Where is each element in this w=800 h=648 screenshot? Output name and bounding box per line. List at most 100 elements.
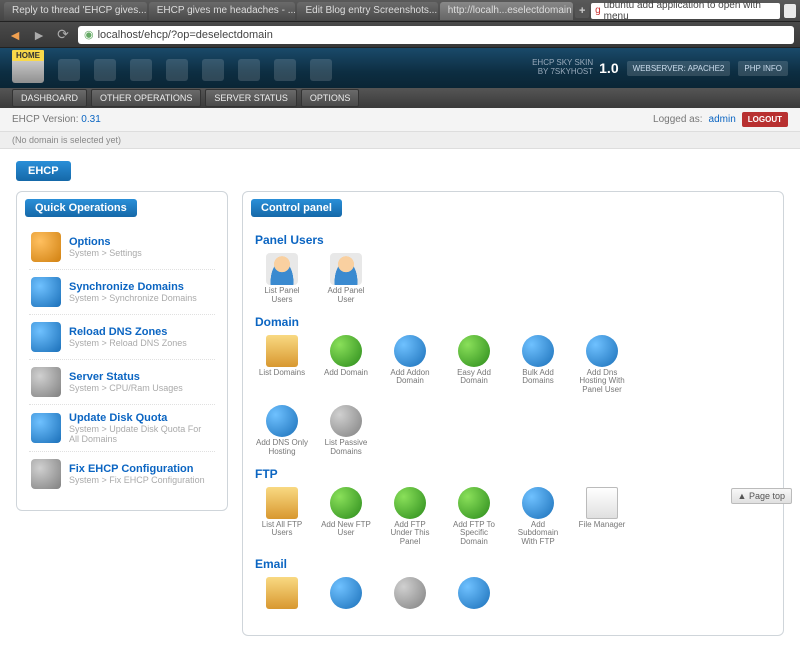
version-link[interactable]: 0.31 — [81, 114, 100, 125]
tool-icon[interactable] — [130, 59, 152, 81]
menu-options[interactable]: OPTIONS — [301, 89, 360, 107]
reload-button[interactable]: ⟳ — [54, 26, 72, 44]
globe-easy-icon — [458, 335, 490, 367]
plus-icon — [330, 577, 362, 609]
folder-icon — [266, 577, 298, 609]
quick-op-sync-domains[interactable]: Synchronize DomainsSystem > Synchronize … — [29, 270, 215, 315]
globe-icon: ◉ — [84, 28, 94, 41]
tab-label: Reply to thread 'EHCP gives... — [12, 5, 147, 16]
browser-tab-active[interactable]: http://localh...eselectdomain× — [440, 2, 574, 20]
webserver-badge: WEBSERVER: APACHE2 — [627, 61, 731, 76]
quick-op-reload-dns[interactable]: Reload DNS ZonesSystem > Reload DNS Zone… — [29, 315, 215, 360]
skin-line: BY 7SKYHOST — [532, 68, 593, 77]
url-input[interactable]: ◉localhost/ehcp/?op=deselectdomain — [78, 26, 794, 44]
back-button[interactable]: ◄ — [6, 26, 24, 44]
main-menu: DASHBOARD OTHER OPERATIONS SERVER STATUS… — [0, 88, 800, 108]
php-badge[interactable]: PHP INFO — [738, 61, 788, 76]
cp-add-addon-domain[interactable]: Add Addon Domain — [383, 335, 437, 395]
quick-op-options[interactable]: OptionsSystem > Settings — [29, 225, 215, 270]
section-heading: Panel Users — [255, 233, 771, 247]
cp-email-item[interactable] — [255, 577, 309, 611]
cp-file-manager[interactable]: File Manager — [575, 487, 629, 547]
cp-add-panel-user[interactable]: Add Panel User — [319, 253, 373, 305]
cp-list-ftp-users[interactable]: List All FTP Users — [255, 487, 309, 547]
cp-list-panel-users[interactable]: List Panel Users — [255, 253, 309, 305]
cp-bulk-add-domains[interactable]: Bulk Add Domains — [511, 335, 565, 395]
menu-dashboard[interactable]: DASHBOARD — [12, 89, 87, 107]
panel-title: Control panel — [251, 199, 342, 217]
menu-other-operations[interactable]: OTHER OPERATIONS — [91, 89, 201, 107]
tool-icon[interactable] — [166, 59, 188, 81]
section-heading: Domain — [255, 315, 771, 329]
section-heading: FTP — [255, 467, 771, 481]
tool-icon[interactable] — [58, 59, 80, 81]
globe-icon — [394, 335, 426, 367]
quick-op-update-quota[interactable]: Update Disk QuotaSystem > Update Disk Qu… — [29, 405, 215, 452]
section-heading: Email — [255, 557, 771, 571]
cp-add-dns-only[interactable]: Add DNS Only Hosting — [255, 405, 309, 457]
cp-add-dns-hosting[interactable]: Add Dns Hosting With Panel User — [575, 335, 629, 395]
ehcp-tab[interactable]: EHCP — [16, 161, 71, 181]
browser-tab[interactable]: Reply to thread 'EHCP gives...× — [4, 2, 147, 20]
globe-dns-icon — [586, 335, 618, 367]
cp-email-item[interactable] — [447, 577, 501, 611]
skin-info: EHCP SKY SKIN BY 7SKYHOST — [532, 59, 593, 77]
cp-list-domains[interactable]: List Domains — [255, 335, 309, 395]
page-top-button[interactable]: ▲ Page top — [731, 488, 792, 504]
tool-icon[interactable] — [310, 59, 332, 81]
new-tab-button[interactable]: + — [575, 4, 589, 18]
control-panel: Control panel Panel Users List Panel Use… — [242, 191, 784, 636]
quick-op-fix-config[interactable]: Fix EHCP ConfigurationSystem > Fix EHCP … — [29, 452, 215, 496]
cp-add-ftp-user[interactable]: Add New FTP User — [319, 487, 373, 547]
cp-email-item[interactable] — [319, 577, 373, 611]
globe-add-icon — [330, 335, 362, 367]
tool-icon[interactable] — [238, 59, 260, 81]
logged-user-link[interactable]: admin — [709, 114, 736, 125]
cp-add-subdomain-ftp[interactable]: Add Subdomain With FTP — [511, 487, 565, 547]
globe-icon — [266, 405, 298, 437]
sync-icon — [31, 277, 61, 307]
tab-label: http://localh...eselectdomain — [448, 5, 572, 16]
search-go-icon[interactable] — [784, 4, 796, 18]
globe-icon — [394, 487, 426, 519]
cp-easy-add-domain[interactable]: Easy Add Domain — [447, 335, 501, 395]
panel-title: Quick Operations — [25, 199, 137, 217]
globe-add-icon — [330, 487, 362, 519]
disk-icon — [31, 413, 61, 443]
search-value: ubuntu add application to open with menu — [604, 0, 776, 22]
tool-icon[interactable] — [202, 59, 224, 81]
tool-icon[interactable] — [94, 59, 116, 81]
cp-email-item[interactable] — [383, 577, 437, 611]
tool-icon[interactable] — [274, 59, 296, 81]
folder-icon — [266, 335, 298, 367]
globe-icon — [458, 487, 490, 519]
google-icon: g — [595, 5, 601, 16]
browser-tab[interactable]: EHCP gives me headaches - ...× — [149, 2, 296, 20]
folder-icon — [266, 487, 298, 519]
forward-button[interactable]: ► — [30, 26, 48, 44]
menu-server-status[interactable]: SERVER STATUS — [205, 89, 297, 107]
browser-search-input[interactable]: gubuntu add application to open with men… — [591, 3, 780, 19]
skin-version: 1.0 — [599, 60, 618, 76]
info-bar: EHCP Version: 0.31 Logged as: admin LOGO… — [0, 108, 800, 132]
home-badge[interactable]: HOME — [12, 50, 44, 61]
login-status: Logged as: admin LOGOUT — [653, 112, 788, 127]
cp-add-ftp-under-panel[interactable]: Add FTP Under This Panel — [383, 487, 437, 547]
cp-list-passive-domains[interactable]: List Passive Domains — [319, 405, 373, 457]
tab-label: Edit Blog entry Screenshots... — [305, 5, 437, 16]
topbar-icons — [58, 59, 332, 81]
quick-op-server-status[interactable]: Server StatusSystem > CPU/Ram Usages — [29, 360, 215, 405]
logout-button[interactable]: LOGOUT — [742, 112, 788, 127]
mail-icon — [458, 577, 490, 609]
browser-toolbar: ◄ ► ⟳ ◉localhost/ehcp/?op=deselectdomain — [0, 22, 800, 48]
reload-icon — [31, 322, 61, 352]
gear-icon — [31, 459, 61, 489]
cp-add-ftp-specific[interactable]: Add FTP To Specific Domain — [447, 487, 501, 547]
page-content: HOME EHCP SKY SKIN BY 7SKYHOST 1.0 WEBSE… — [0, 48, 800, 648]
user-add-icon — [330, 253, 362, 285]
file-icon — [586, 487, 618, 519]
cp-add-domain[interactable]: Add Domain — [319, 335, 373, 395]
browser-tab[interactable]: Edit Blog entry Screenshots...× — [297, 2, 437, 20]
tab-label: EHCP gives me headaches - ... — [157, 5, 296, 16]
quick-operations-panel: Quick Operations OptionsSystem > Setting… — [16, 191, 228, 511]
